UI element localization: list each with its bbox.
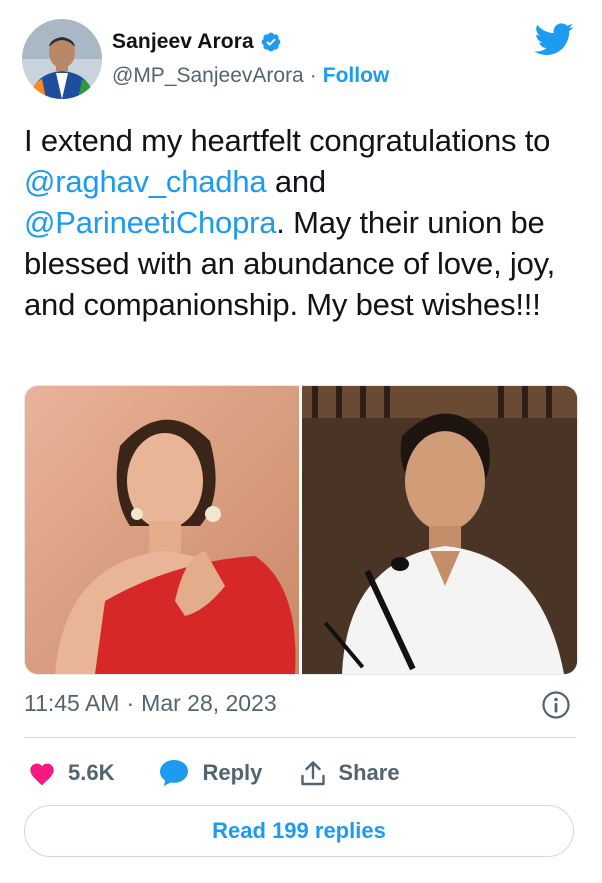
author-name-row: Sanjeev Arora [112, 30, 282, 54]
tweet-text-part: and [266, 164, 326, 199]
speech-bubble-icon [158, 758, 190, 788]
author-handle[interactable]: @MP_SanjeevArora [112, 64, 304, 88]
mention-link-raghav[interactable]: @raghav_chadha [24, 164, 267, 199]
share-upload-icon [300, 759, 326, 787]
man-speaking-image [302, 386, 577, 674]
reply-button[interactable]: Reply [158, 758, 262, 788]
mention-link-parineeti[interactable]: @ParineetiChopra [24, 205, 276, 240]
divider [24, 737, 576, 738]
tweet-time: 11:45 AM [24, 690, 120, 716]
portrait-woman-image [25, 386, 299, 674]
media-image-left[interactable] [25, 386, 299, 674]
tweet-actions-bar: 5.6K Reply Share [28, 755, 400, 791]
media-image-right[interactable] [302, 386, 577, 674]
tweet-date: Mar 28, 2023 [141, 690, 277, 716]
like-button[interactable]: 5.6K [28, 760, 114, 786]
avatar-image [22, 19, 102, 99]
info-icon[interactable] [541, 690, 571, 720]
timestamp-separator: · [126, 690, 135, 716]
twitter-bird-icon[interactable] [534, 23, 574, 56]
avatar[interactable] [22, 19, 102, 99]
handle-separator: · [309, 64, 317, 87]
share-button[interactable]: Share [300, 759, 400, 787]
heart-icon [28, 760, 56, 786]
verified-badge-icon [260, 31, 282, 53]
tweet-text-part: I extend my heartfelt congratulations to [24, 123, 551, 158]
author-display-name[interactable]: Sanjeev Arora [112, 30, 254, 54]
follow-button[interactable]: Follow [323, 64, 390, 88]
share-label: Share [338, 760, 400, 785]
tweet-timestamp[interactable]: 11:45 AM · Mar 28, 2023 [24, 690, 277, 717]
reply-label: Reply [202, 760, 263, 785]
tweet-media [24, 385, 578, 675]
author-handle-row: @MP_SanjeevArora · Follow [112, 64, 389, 88]
like-count: 5.6K [68, 760, 115, 785]
read-replies-button[interactable]: Read 199 replies [24, 805, 574, 857]
tweet-embed-card: Sanjeev Arora @MP_SanjeevArora · Follow … [0, 0, 602, 883]
tweet-text: I extend my heartfelt congratulations to… [24, 120, 584, 325]
